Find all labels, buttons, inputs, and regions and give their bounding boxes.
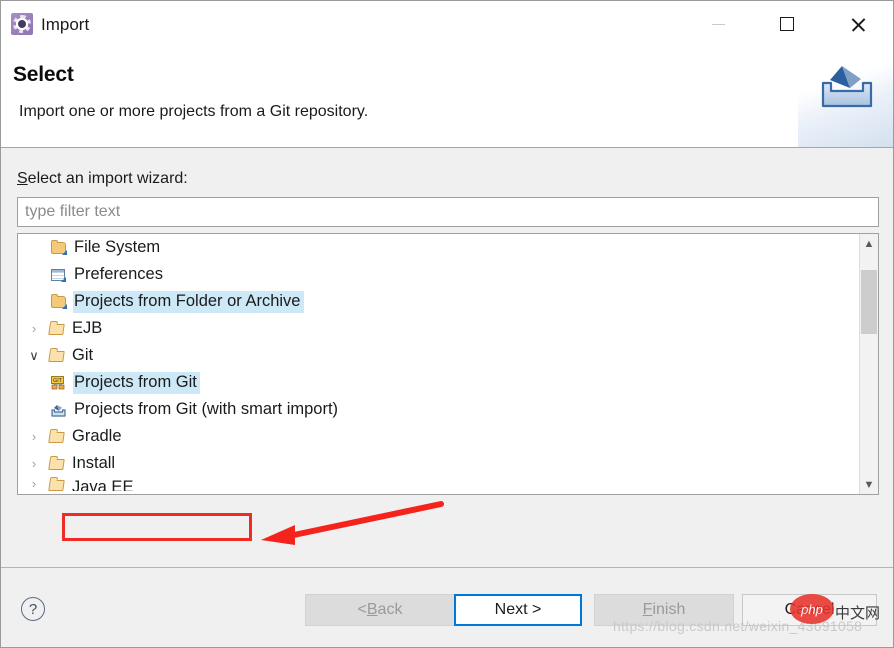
page-title: Select bbox=[13, 63, 74, 86]
tree-item-label: Preferences bbox=[74, 264, 163, 283]
import-wizard-label-rest: elect an import wizard: bbox=[27, 170, 188, 187]
git-icon: GIT bbox=[50, 375, 68, 391]
tree-item-label: Projects from Git (with smart import) bbox=[74, 399, 339, 418]
folder-closed-icon bbox=[50, 239, 68, 256]
next-button[interactable]: Next > bbox=[454, 594, 582, 626]
annotation-highlight-box bbox=[62, 513, 252, 541]
title-bar: Import bbox=[1, 1, 893, 47]
tree-item-label: Gradle bbox=[72, 426, 122, 445]
folder-open-icon bbox=[48, 348, 66, 364]
back-button-prefix: < bbox=[357, 601, 367, 618]
close-button[interactable] bbox=[823, 1, 893, 47]
import-dialog-window: Import Select Import one or more project… bbox=[0, 0, 894, 648]
folder-open-icon bbox=[48, 456, 66, 472]
page-description: Import one or more projects from a Git r… bbox=[19, 103, 369, 120]
chevron-down-icon[interactable]: ▼ bbox=[860, 475, 878, 494]
close-icon bbox=[850, 16, 867, 33]
folder-open-icon bbox=[48, 321, 66, 337]
import-wizard-tree[interactable]: File System Preferences Projects from Fo… bbox=[17, 233, 879, 495]
finish-button-rest: inish bbox=[652, 601, 686, 618]
chevron-right-icon[interactable]: › bbox=[26, 430, 42, 443]
tree-row[interactable]: › Gradle bbox=[18, 423, 859, 450]
chevron-up-icon[interactable]: ▲ bbox=[860, 234, 878, 253]
tree-scrollbar[interactable]: ▲ ▼ bbox=[859, 234, 878, 494]
folder-open-icon bbox=[48, 477, 66, 491]
tree-scroll-area: File System Preferences Projects from Fo… bbox=[18, 234, 859, 494]
svg-text:GIT: GIT bbox=[53, 378, 62, 384]
window-title: Import bbox=[41, 14, 90, 34]
wizard-body: Select an import wizard: File System Pre… bbox=[1, 148, 893, 567]
import-wizard-label-mnemonic: S bbox=[17, 170, 28, 187]
tree-row[interactable]: › Install bbox=[18, 450, 859, 477]
preferences-icon bbox=[50, 267, 68, 283]
chevron-right-icon[interactable]: › bbox=[26, 322, 42, 335]
tree-row[interactable]: Projects from Git (with smart import) bbox=[18, 396, 859, 423]
annotation-arrow-icon bbox=[261, 501, 444, 545]
back-button-mnemonic: B bbox=[366, 601, 378, 618]
tree-item-label: Java EE bbox=[72, 478, 134, 491]
tree-row[interactable]: › EJB bbox=[18, 315, 859, 342]
watermark-site-name: 中文网 bbox=[835, 605, 881, 622]
tree-row-projects-from-git[interactable]: GIT Projects from Git bbox=[18, 369, 859, 396]
import-wizard-label: Select an import wizard: bbox=[17, 170, 188, 188]
chevron-right-icon[interactable]: › bbox=[26, 457, 42, 470]
tree-item-label: Install bbox=[72, 453, 116, 472]
folder-closed-icon bbox=[50, 293, 68, 310]
smart-import-icon bbox=[50, 402, 68, 418]
minimize-button[interactable] bbox=[685, 1, 751, 47]
maximize-button[interactable] bbox=[751, 1, 823, 47]
tree-item-label: File System bbox=[74, 237, 161, 256]
tree-item-label: Projects from Git bbox=[73, 371, 200, 394]
back-button[interactable]: < Back bbox=[305, 594, 455, 626]
tree-item-label: Git bbox=[72, 345, 94, 364]
help-button[interactable]: ? bbox=[21, 597, 45, 621]
tree-row[interactable]: ∨ Git bbox=[18, 342, 859, 369]
header-banner bbox=[798, 47, 893, 147]
wizard-header: Select Import one or more projects from … bbox=[1, 47, 893, 148]
window-controls bbox=[685, 1, 893, 47]
tree-row[interactable]: File System bbox=[18, 234, 859, 261]
folder-open-icon bbox=[48, 429, 66, 445]
tree-row[interactable]: › Java EE bbox=[18, 477, 859, 491]
import-banner-icon bbox=[821, 66, 873, 108]
filter-input[interactable] bbox=[17, 197, 879, 227]
finish-button-mnemonic: F bbox=[642, 601, 653, 618]
wizard-footer: ? < Back Next > Finish Cancel bbox=[1, 568, 893, 647]
tree-item-label: Projects from Folder or Archive bbox=[73, 290, 304, 313]
chevron-right-icon[interactable]: › bbox=[26, 477, 42, 490]
maximize-icon bbox=[780, 17, 794, 31]
tree-row[interactable]: Preferences bbox=[18, 261, 859, 288]
tree-row[interactable]: Projects from Folder or Archive bbox=[18, 288, 859, 315]
scrollbar-thumb[interactable] bbox=[861, 270, 877, 334]
eclipse-wizard-icon bbox=[11, 13, 33, 35]
minimize-icon bbox=[711, 23, 725, 25]
watermark-php-logo: php bbox=[790, 594, 834, 624]
back-button-rest: ack bbox=[377, 601, 403, 618]
tree-item-label: EJB bbox=[72, 318, 103, 337]
chevron-down-icon[interactable]: ∨ bbox=[26, 349, 42, 362]
